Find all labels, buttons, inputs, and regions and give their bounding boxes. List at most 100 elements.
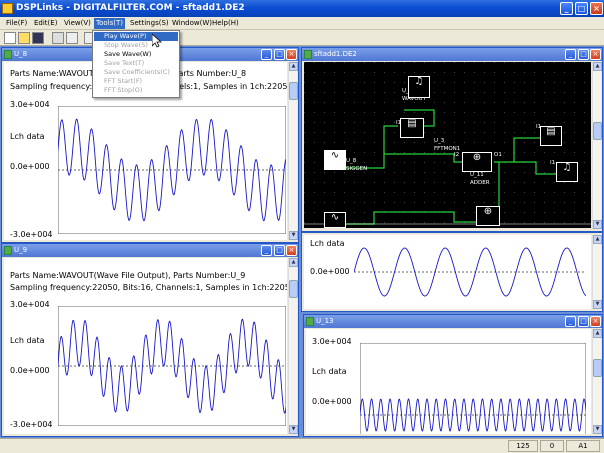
block-siggen2[interactable]: ∿ (324, 212, 346, 228)
menu-view[interactable]: View(V) (62, 18, 93, 29)
menu-save-text[interactable]: Save Text(T) (94, 59, 178, 68)
scroll-down-icon[interactable]: ▼ (289, 231, 298, 240)
u8-ymid-label: 0.0e+000 (10, 162, 50, 171)
window-u13-titlebar: U_13 _ □ × (304, 315, 602, 328)
window-u13-body: 3.0e+004 Lch data 0.0e+000 (306, 329, 591, 434)
scroll-up-icon[interactable]: ▲ (289, 258, 298, 267)
window-u9-close[interactable]: × (286, 245, 297, 256)
scroll-up-icon[interactable]: ▲ (289, 62, 298, 71)
block-wavout-right[interactable]: ♫ (556, 162, 578, 182)
window-schematic-maximize[interactable]: □ (578, 49, 589, 60)
window-u9-maximize[interactable]: □ (274, 245, 285, 256)
scroll-thumb[interactable] (593, 122, 602, 140)
status-cell: A1 (566, 440, 600, 452)
menu-save-coefficients[interactable]: Save Coefficients(C) (94, 68, 178, 77)
menu-file[interactable]: File(F) (4, 18, 29, 29)
app-minimize-button[interactable]: _ (560, 2, 573, 15)
app-title: DSPLinks - DIGITALFILTER.COM - sftadd1.D… (16, 3, 245, 13)
window-wave-preview-scrollbar[interactable]: ▲ ▼ (592, 235, 602, 309)
window-schematic: sftadd1.DE2 _ □ × U_12 WAVOUT (301, 47, 603, 232)
pointer-tool-icon[interactable] (52, 32, 64, 44)
new-file-icon[interactable] (4, 32, 16, 44)
window-u9: U_9 _ □ × Parts Name:WAVOUT(Wave File Ou… (1, 243, 299, 437)
u9-waveform-plot (58, 306, 286, 426)
menubar: File(F) Edit(E) View(V) Tools(T) Setting… (0, 17, 604, 30)
block-wavout-u12[interactable]: ♫ (408, 76, 430, 98)
sine-wave-icon: ∿ (330, 150, 340, 161)
window-u8-maximize[interactable]: □ (274, 49, 285, 60)
u8-ymax-label: 3.0e+004 (10, 100, 50, 109)
select-tool-icon[interactable] (66, 32, 78, 44)
adder-icon: ⊕ (472, 152, 482, 163)
app-maximize-button[interactable]: □ (575, 2, 588, 15)
window-u13-close[interactable]: × (590, 316, 601, 327)
window-schematic-scrollbar[interactable]: ▲ ▼ (592, 62, 602, 229)
window-u9-title: U_9 (14, 246, 28, 254)
u13-ymid-label: 0.0e+000 (312, 397, 352, 406)
u8-ymin-label: -3.0e+004 (10, 230, 53, 239)
window-u9-titlebar: U_9 _ □ × (2, 244, 298, 257)
scroll-up-icon[interactable]: ▲ (593, 329, 602, 338)
window-u13: U_13 _ □ × 3.0e+004 Lch data 0.0e+000 ▲ … (303, 314, 603, 437)
window-u9-minimize[interactable]: _ (261, 245, 272, 256)
block-siggen[interactable]: ∿ (324, 150, 346, 170)
window-u8-title: U_8 (14, 50, 28, 58)
u9-ylabel: Lch data (10, 336, 45, 345)
u13-waveform-plot (360, 343, 586, 434)
scroll-up-icon[interactable]: ▲ (593, 62, 602, 71)
label-adder: ADDER (470, 180, 490, 186)
window-u13-maximize[interactable]: □ (578, 316, 589, 327)
menu-window[interactable]: Window(W) (170, 18, 214, 29)
app-titlebar: DSPLinks - DIGITALFILTER.COM - sftadd1.D… (0, 0, 604, 17)
window-u13-scrollbar[interactable]: ▲ ▼ (592, 329, 602, 434)
window-u9-scrollbar[interactable]: ▲ ▼ (288, 258, 298, 434)
u9-ymin-label: -3.0e+004 (10, 420, 53, 429)
menu-play-wave[interactable]: Play Wave(P) (94, 32, 178, 41)
menu-settings[interactable]: Settings(S) (128, 18, 171, 29)
scroll-down-icon[interactable]: ▼ (593, 220, 602, 229)
menu-fft-stop[interactable]: FFT Stop(O) (94, 86, 178, 95)
window-schematic-minimize[interactable]: _ (565, 49, 576, 60)
spectrum-icon: ▤ (407, 118, 417, 129)
spectrum-icon: ▤ (546, 126, 556, 137)
window-u8-close[interactable]: × (286, 49, 297, 60)
scroll-thumb[interactable] (593, 359, 602, 377)
window-u8-minimize[interactable]: _ (261, 49, 272, 60)
mouse-cursor-icon (152, 34, 162, 48)
scroll-down-icon[interactable]: ▼ (593, 425, 602, 434)
scroll-thumb[interactable] (289, 82, 298, 100)
menu-edit[interactable]: Edit(E) (32, 18, 59, 29)
status-count: 125 (508, 440, 538, 452)
block-adder2[interactable]: ⊕ (476, 206, 500, 226)
block-adder-u11[interactable]: ⊕ (462, 152, 492, 172)
u8-parts-name: Parts Name:WAVOUT (10, 69, 94, 78)
scroll-down-icon[interactable]: ▼ (593, 300, 602, 309)
menu-help[interactable]: Help(H) (210, 18, 241, 29)
u8-ylabel: Lch data (10, 132, 45, 141)
scroll-down-icon[interactable]: ▼ (289, 425, 298, 434)
scroll-thumb[interactable] (289, 280, 298, 298)
menu-stop-wave[interactable]: Stop Wave(S) (94, 41, 178, 50)
scroll-up-icon[interactable]: ▲ (593, 235, 602, 244)
window-u13-minimize[interactable]: _ (565, 316, 576, 327)
block-fftmon[interactable]: ▤ (400, 118, 424, 138)
block-fft-right[interactable]: ▤ (540, 126, 562, 146)
u9-sampling: Sampling frequency:22050, Bits:16, Chann… (10, 283, 287, 292)
u8-sampling-rest: nels:1, Samples in 1ch:2205 (174, 82, 287, 91)
schematic-canvas[interactable]: U_12 WAVOUT ♫ U_3 FFTMON1 ▤ U_8 SIGGEN ∿… (304, 62, 591, 228)
menu-save-wave[interactable]: Save Wave(W) (94, 50, 178, 59)
u8-sampling: Sampling frequency: (10, 82, 93, 91)
label-u11: U_11 (470, 172, 484, 178)
menu-tools[interactable]: Tools(T) (94, 18, 125, 29)
window-schematic-close[interactable]: × (590, 49, 601, 60)
window-wave-preview-body: Lch data 0.0e+000 (304, 235, 591, 309)
u9-ymax-label: 3.0e+004 (10, 300, 50, 309)
app-close-button[interactable]: × (590, 2, 603, 15)
u13-ymax-label: 3.0e+004 (312, 337, 352, 346)
adder-icon: ⊕ (483, 206, 493, 217)
save-disk-icon[interactable] (32, 32, 44, 44)
open-folder-icon[interactable] (18, 32, 30, 44)
menu-fft-start[interactable]: FFT Start(F) (94, 77, 178, 86)
window-schematic-title: sftadd1.DE2 (314, 50, 357, 58)
window-u8-scrollbar[interactable]: ▲ ▼ (288, 62, 298, 240)
